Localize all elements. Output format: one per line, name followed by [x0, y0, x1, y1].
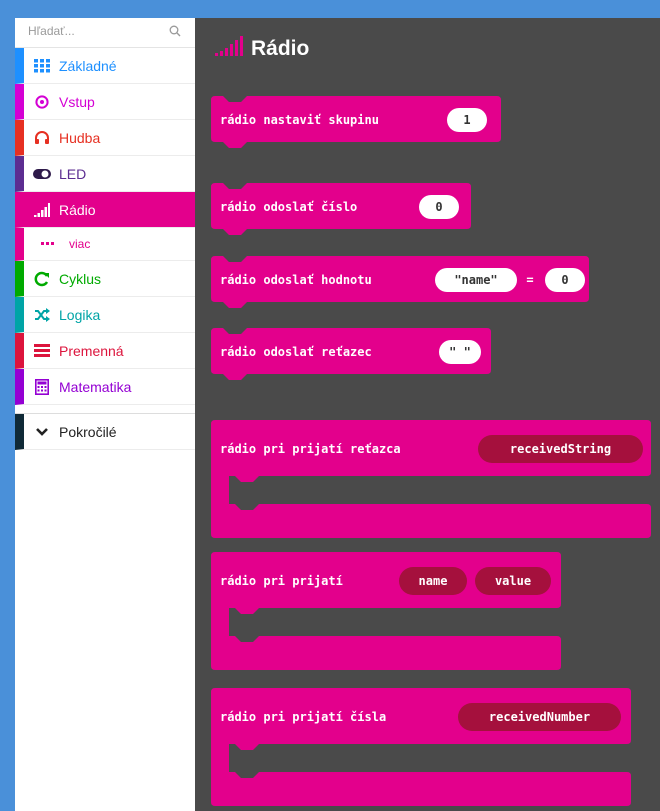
category-music[interactable]: Hudba — [15, 120, 195, 156]
shuffle-icon — [33, 306, 51, 324]
radio-send-value-block[interactable]: rádio odoslať hodnotu "name" = 0 — [211, 256, 589, 313]
radio-on-received-string-block[interactable]: rádio pri prijatí reťazca receivedString — [211, 420, 651, 543]
category-math[interactable]: Matematika — [15, 369, 195, 405]
category-label: LED — [59, 165, 87, 182]
category-label: Cyklus — [59, 270, 102, 287]
category-loops[interactable]: Cyklus — [15, 261, 195, 297]
category-input[interactable]: Vstup — [15, 84, 195, 120]
category-label: Premenná — [59, 342, 124, 359]
radio-send-string-block[interactable]: rádio odoslať reťazec " " — [211, 328, 491, 385]
flyout-workspace: Rádio rádio nastaviť skupinu 1 rádio odo… — [195, 18, 660, 811]
category-label: Pokročilé — [59, 423, 117, 440]
app-frame: Základné Vstup Hudba LED Rádio — [0, 0, 660, 811]
toolbox: Základné Vstup Hudba LED Rádio — [15, 18, 195, 811]
target-icon — [33, 93, 51, 111]
search-input[interactable] — [28, 18, 158, 44]
block-label: rádio odoslať reťazec — [220, 345, 372, 359]
headphones-icon — [33, 129, 51, 147]
loop-icon — [33, 270, 51, 288]
svg-text:receivedString: receivedString — [510, 442, 611, 456]
calculator-icon — [33, 378, 51, 396]
svg-text:0: 0 — [561, 273, 568, 287]
block-label: rádio odoslať hodnotu — [220, 273, 372, 287]
category-label: Rádio — [59, 201, 96, 218]
search-icon[interactable] — [169, 24, 181, 42]
more-icon — [39, 235, 57, 253]
radio-on-received-number-block[interactable]: rádio pri prijatí čísla receivedNumber — [211, 688, 631, 811]
category-radio[interactable]: Rádio — [15, 192, 195, 228]
signal-icon — [33, 201, 51, 219]
category-radio-more[interactable]: viac — [15, 228, 195, 261]
svg-text:receivedNumber: receivedNumber — [489, 710, 590, 724]
block-label: rádio pri prijatí reťazca — [220, 442, 401, 456]
svg-text:name: name — [419, 574, 448, 588]
radio-on-received-value-block[interactable]: rádio pri prijatí name value — [211, 552, 561, 675]
block-label: rádio pri prijatí — [220, 574, 343, 588]
radio-send-number-block[interactable]: rádio odoslať číslo 0 — [211, 183, 471, 240]
category-label: viac — [69, 237, 91, 251]
toolbox-search — [15, 18, 195, 48]
radio-set-group-block[interactable]: rádio nastaviť skupinu 1 — [211, 96, 501, 153]
svg-text:value: value — [495, 574, 531, 588]
svg-text:1: 1 — [463, 113, 470, 127]
list-icon — [33, 342, 51, 360]
svg-text:"name": "name" — [454, 273, 497, 287]
grid-icon — [33, 57, 51, 75]
category-advanced[interactable]: Pokročilé — [15, 414, 195, 450]
category-variables[interactable]: Premenná — [15, 333, 195, 369]
block-label: rádio pri prijatí čísla — [220, 710, 386, 724]
svg-text:0: 0 — [435, 200, 442, 214]
toggle-icon — [33, 165, 51, 183]
category-led[interactable]: LED — [15, 156, 195, 192]
category-label: Logika — [59, 306, 101, 323]
svg-text:=: = — [526, 273, 533, 287]
flyout-heading: Rádio — [215, 36, 309, 61]
category-basic[interactable]: Základné — [15, 48, 195, 84]
block-label: rádio odoslať číslo — [220, 200, 357, 214]
svg-text:" ": " " — [449, 345, 471, 359]
chevron-down-icon — [33, 423, 51, 441]
block-label: rádio nastaviť skupinu — [220, 113, 379, 127]
signal-icon — [215, 36, 245, 61]
category-logic[interactable]: Logika — [15, 297, 195, 333]
category-label: Hudba — [59, 129, 101, 146]
category-label: Matematika — [59, 378, 132, 395]
category-label: Vstup — [59, 93, 95, 110]
category-label: Základné — [59, 57, 117, 74]
toolbox-divider — [15, 405, 195, 414]
flyout-title: Rádio — [251, 37, 310, 60]
